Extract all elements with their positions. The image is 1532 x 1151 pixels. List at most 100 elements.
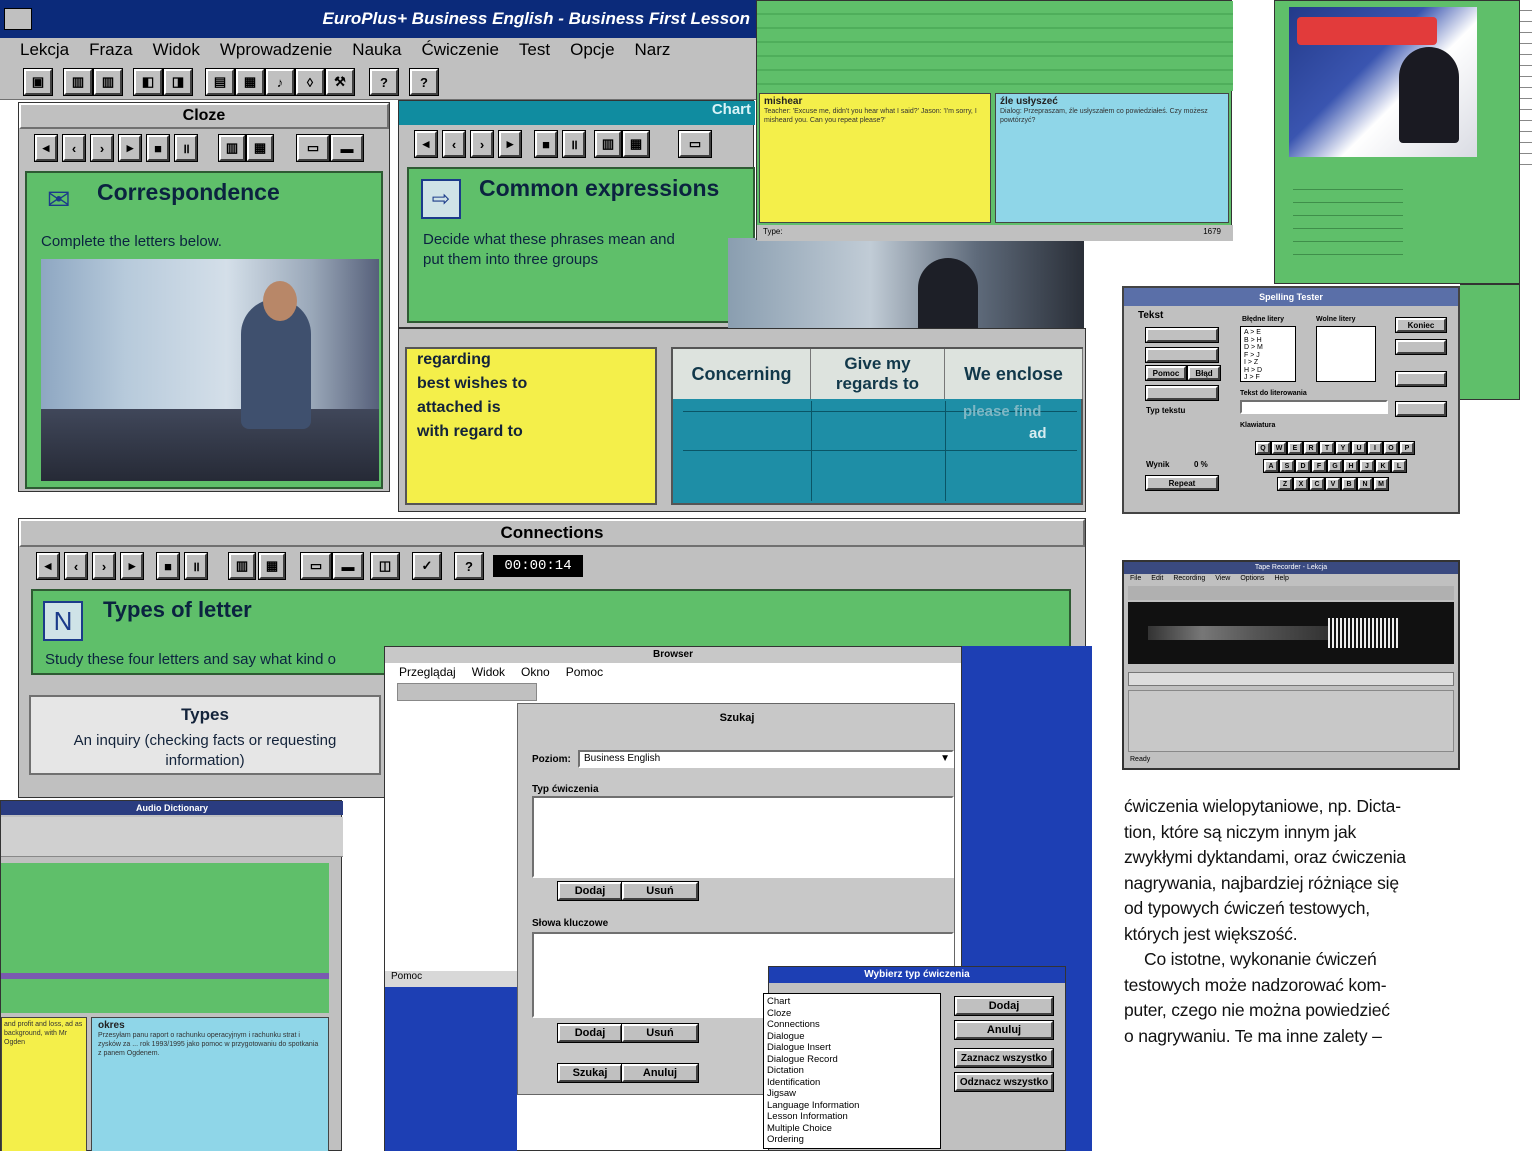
grid-icon[interactable]: ▦ — [247, 135, 273, 161]
recorder-menu-file[interactable]: File — [1130, 575, 1141, 582]
recorder-menu-view[interactable]: View — [1215, 575, 1230, 582]
search-button[interactable]: Szukaj — [558, 1064, 622, 1082]
menu-narzedzia[interactable]: Narz — [635, 40, 671, 59]
tape-icon[interactable]: ▬ — [333, 553, 363, 579]
keyword-remove-button[interactable]: Usuń — [622, 1024, 698, 1042]
spelling-button-4[interactable] — [1396, 340, 1446, 354]
key[interactable]: T — [1320, 442, 1334, 454]
key[interactable]: U — [1352, 442, 1366, 454]
microphone-icon[interactable]: ♪ — [266, 69, 294, 95]
menu-wprowadzenie[interactable]: Wprowadzenie — [220, 40, 332, 59]
chevron-down-icon[interactable]: ▼ — [940, 752, 950, 766]
key[interactable]: V — [1326, 478, 1340, 490]
key[interactable]: R — [1304, 442, 1318, 454]
computer-icon[interactable]: ▤ — [206, 69, 234, 95]
chart-icon[interactable]: ▭ — [297, 135, 329, 161]
play-icon[interactable]: › — [471, 131, 493, 157]
list-item[interactable]: Jigsaw — [767, 1088, 937, 1100]
remove-button[interactable]: Usuń — [622, 882, 698, 900]
spelling-repeat-button[interactable]: Repeat — [1146, 476, 1218, 490]
list-item[interactable]: Identification — [767, 1077, 937, 1089]
key[interactable]: G — [1328, 460, 1342, 472]
phrase-item[interactable]: best wishes to — [417, 375, 527, 393]
stop-icon[interactable]: ■ — [535, 131, 557, 157]
menu-lekcja[interactable]: Lekcja — [20, 40, 69, 59]
picker-add-button[interactable]: Dodaj — [955, 997, 1053, 1015]
rewind-icon[interactable]: ◂ — [37, 553, 59, 579]
chart-icon[interactable]: ▭ — [679, 131, 711, 157]
recorder-menu-options[interactable]: Options — [1240, 575, 1264, 582]
key[interactable]: O — [1384, 442, 1398, 454]
book-icon[interactable]: ▥ — [595, 131, 621, 157]
stop-icon[interactable]: ■ — [157, 553, 179, 579]
keyword-add-button[interactable]: Dodaj — [558, 1024, 622, 1042]
drop-icon[interactable]: ◊ — [296, 69, 324, 95]
key[interactable]: Z — [1278, 478, 1292, 490]
menu-cwiczenie[interactable]: Ćwiczenie — [421, 40, 498, 59]
book-icon[interactable]: ▥ — [219, 135, 245, 161]
browser-menu-okno[interactable]: Okno — [521, 665, 550, 679]
deselect-all-button[interactable]: Odznacz wszystko — [955, 1073, 1053, 1091]
list-item[interactable]: Dialogue Insert — [767, 1042, 937, 1054]
exercise-list[interactable]: Chart Cloze Connections Dialogue Dialogu… — [763, 993, 941, 1149]
grid-icon[interactable]: ▦ — [623, 131, 649, 157]
menu-widok[interactable]: Widok — [153, 40, 200, 59]
list-item[interactable]: Language Information — [767, 1100, 937, 1112]
page-prev-icon[interactable]: ◧ — [134, 69, 162, 95]
book2-icon[interactable]: ▥ — [94, 69, 122, 95]
phrase-item[interactable]: regarding — [417, 351, 491, 369]
grid-icon[interactable]: ▦ — [259, 553, 285, 579]
menu-test[interactable]: Test — [519, 40, 550, 59]
pause-icon[interactable]: ॥ — [563, 131, 585, 157]
add-button[interactable]: Dodaj — [558, 882, 622, 900]
menu-fraza[interactable]: Fraza — [89, 40, 132, 59]
spelling-button-3[interactable] — [1146, 386, 1218, 400]
recorder-menu-help[interactable]: Help — [1274, 575, 1288, 582]
key[interactable]: F — [1312, 460, 1326, 472]
key[interactable]: I — [1368, 442, 1382, 454]
key[interactable]: E — [1288, 442, 1302, 454]
list-item[interactable]: Dialogue Record — [767, 1054, 937, 1066]
chart-icon[interactable]: ▭ — [301, 553, 331, 579]
key[interactable]: A — [1264, 460, 1278, 472]
forward-icon[interactable]: ▸ — [499, 131, 521, 157]
key[interactable]: X — [1294, 478, 1308, 490]
help-icon[interactable]: ? — [455, 553, 483, 579]
screen-icon[interactable]: ▦ — [236, 69, 264, 95]
key[interactable]: P — [1400, 442, 1414, 454]
tools-icon[interactable]: ⚒ — [326, 69, 354, 95]
poziom-select[interactable]: Business English ▼ — [578, 750, 954, 768]
pause-icon[interactable]: ॥ — [175, 135, 197, 161]
spelling-koniec-button[interactable]: Koniec — [1396, 318, 1446, 332]
browser-menu-pomoc[interactable]: Pomoc — [566, 665, 603, 679]
picker-cancel-button[interactable]: Anuluj — [955, 1021, 1053, 1039]
list-item[interactable]: Connections — [767, 1019, 937, 1031]
notebook-icon[interactable]: ◫ — [371, 553, 399, 579]
forward-icon[interactable]: ▸ — [121, 553, 143, 579]
key[interactable]: H — [1344, 460, 1358, 472]
key[interactable]: S — [1280, 460, 1294, 472]
phrase-item[interactable]: attached is — [417, 399, 501, 417]
key[interactable]: C — [1310, 478, 1324, 490]
back-icon[interactable]: ‹ — [63, 135, 85, 161]
list-item[interactable]: Lesson Information — [767, 1111, 937, 1123]
spelling-button-2[interactable] — [1146, 348, 1218, 362]
rewind-icon[interactable]: ◂ — [35, 135, 57, 161]
system-menu-button[interactable] — [4, 8, 32, 30]
menu-opcje[interactable]: Opcje — [570, 40, 614, 59]
list-item[interactable]: Ordering — [767, 1134, 937, 1146]
select-all-button[interactable]: Zaznacz wszystko — [955, 1049, 1053, 1067]
key[interactable]: M — [1374, 478, 1388, 490]
phrase-item[interactable]: with regard to — [417, 423, 523, 441]
key[interactable]: Y — [1336, 442, 1350, 454]
key[interactable]: L — [1392, 460, 1406, 472]
rewind-icon[interactable]: ◂ — [415, 131, 437, 157]
list-item[interactable]: Cloze — [767, 1008, 937, 1020]
list-item[interactable]: Dialogue — [767, 1031, 937, 1043]
key[interactable]: W — [1272, 442, 1286, 454]
key[interactable]: N — [1358, 478, 1372, 490]
list-item[interactable]: Dictation — [767, 1065, 937, 1077]
spelling-pairs-list[interactable]: A > E B > H D > M F > J I > Z H > D J > … — [1240, 326, 1296, 382]
spelling-free-list[interactable] — [1316, 326, 1376, 382]
types-row[interactable]: An inquiry (checking facts or requesting… — [37, 731, 373, 771]
